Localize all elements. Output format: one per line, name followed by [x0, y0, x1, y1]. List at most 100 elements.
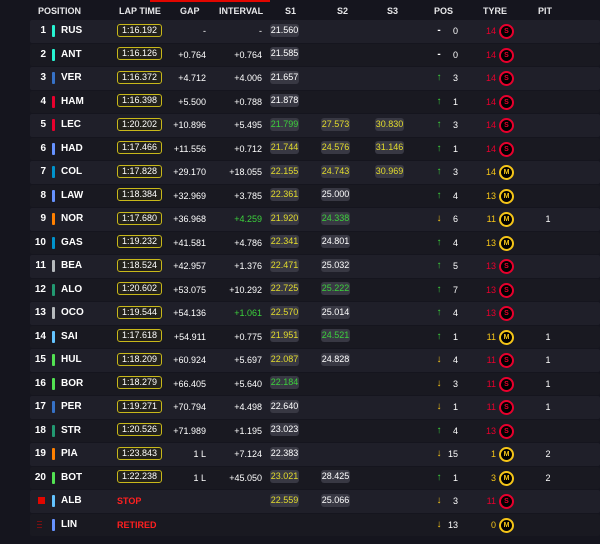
positions-changed: 5 [452, 261, 458, 271]
header-s2[interactable]: S2 [337, 6, 348, 16]
gap-value: +66.405 [173, 378, 206, 389]
driver-row[interactable]: 1 RUS 1:16.192- -21.560-0 14 S [30, 20, 600, 43]
driver-code[interactable]: PIA [61, 443, 78, 466]
driver-code[interactable]: OCO [61, 302, 84, 325]
driver-code[interactable]: BOR [61, 373, 83, 396]
position-number: 8 [40, 189, 46, 201]
driver-row[interactable]: 15 HUL 1:18.209 +60.924 +5.697 22.087 24.828 ↓ 4… [30, 349, 600, 372]
sector-s3-time: 31.146 [375, 141, 404, 155]
positions-changed: 15 [447, 449, 458, 459]
driver-code[interactable]: LIN [61, 514, 77, 537]
gap-value: +60.924 [173, 355, 206, 365]
driver-code[interactable]: COL [61, 161, 82, 184]
team-color-bar [52, 307, 55, 319]
gap-value: - [203, 26, 206, 36]
driver-row[interactable]: 7 COL 1:17.828 +29.170 +18.055 22.155 24.743 30… [30, 161, 600, 184]
driver-row[interactable]: 9 NOR 1:17.680 +36.968 +4.259 21.920 24.338 ↓ 6 1… [30, 208, 600, 231]
lap-time: 1:16.192 [117, 23, 163, 37]
driver-code[interactable]: HAD [61, 138, 83, 161]
header-s3[interactable]: S3 [387, 6, 398, 16]
medium-tyre-icon: M [499, 212, 514, 227]
header-lap-time[interactable]: LAP TIME [119, 6, 161, 16]
interval-value: +5.640 [234, 378, 262, 389]
driver-code[interactable]: VER [61, 67, 82, 90]
driver-row[interactable]: 17 PER 1:19.271 +70.794 +4.498 22.640 ↓ 1 11 S 1 [30, 396, 600, 419]
header-position[interactable]: POSITION [38, 6, 81, 16]
driver-row[interactable]: ALB STOP 22.559 25.066 ↓ 3 11 S [30, 490, 600, 513]
position-number: 2 [40, 48, 46, 60]
position-number: 13 [34, 307, 46, 318]
team-color-bar [52, 142, 55, 155]
driver-code[interactable]: RUS [61, 20, 82, 43]
sector-s2-time: 27.573 [321, 117, 350, 131]
pit-stops: 2 [545, 472, 551, 483]
header-s1[interactable]: S1 [285, 6, 296, 16]
driver-row[interactable]: 12 ALO 1:20.602 +53.075 +10.292 22.725 25.222 ↑… [30, 278, 600, 302]
driver-row[interactable]: 11 BEA 1:18.524 +42.957 +1.376 22.471 25.032 ↑ 5… [30, 255, 600, 278]
driver-code[interactable]: PER [61, 396, 82, 419]
sector-s1-time: 21.657 [270, 70, 299, 84]
sector-s2-time: 24.576 [321, 141, 350, 155]
driver-row[interactable]: 6 HAD 1:17.466 +11.556 +0.712 21.744 24.576 31.… [30, 137, 600, 161]
driver-row[interactable]: ─ ─ ─ LIN RETIRED ↓ 13 0 M [30, 513, 600, 537]
driver-row[interactable]: 5 LEC 1:20.202 +10.896 +5.495 21.799 27.573 30.… [30, 114, 600, 137]
header-gap[interactable]: GAP [180, 6, 200, 16]
driver-code[interactable]: ALB [61, 490, 82, 513]
sector-s1-time: 21.744 [270, 141, 299, 155]
tyre-laps: 13 [485, 190, 496, 201]
sector-s1-time: 21.799 [270, 117, 299, 131]
tyre-laps: 11 [486, 496, 496, 506]
pit-stops: 1 [545, 331, 551, 342]
team-color-bar [52, 166, 55, 178]
positions-changed: 13 [447, 519, 458, 530]
driver-row[interactable]: 3 VER 1:16.372 +4.712 +4.006 21.657 ↑ 3 14 S [30, 67, 600, 90]
lap-time: 1:17.618 [117, 329, 163, 343]
gap-value: +53.075 [173, 284, 206, 295]
soft-tyre-icon: S [499, 71, 514, 86]
tyre-laps: 14 [485, 167, 496, 177]
driver-code[interactable]: LAW [61, 185, 83, 208]
driver-row[interactable]: 8 LAW 1:18.384 +32.969 +3.785 22.361 25.000 ↑ 4 1… [30, 184, 600, 208]
driver-row[interactable]: 20 BOT 1:22.238 1 L +45.050 23.021 28.425 ↑ 1 3 M 2 [30, 466, 600, 490]
position-number: 5 [40, 119, 46, 130]
driver-code[interactable]: NOR [61, 208, 83, 231]
soft-tyre-icon: S [499, 306, 514, 321]
pit-stops: 1 [545, 378, 551, 389]
tyre-laps: 13 [485, 261, 496, 271]
driver-code[interactable]: LEC [61, 114, 81, 137]
driver-code[interactable]: HUL [61, 349, 82, 372]
driver-code[interactable]: SAI [61, 326, 78, 349]
position-number: 15 [34, 354, 46, 365]
header-pos[interactable]: POS [434, 6, 453, 16]
header-pit[interactable]: PIT [538, 6, 552, 16]
driver-row[interactable]: 13 OCO 1:19.544 +54.136 +1.061 22.570 25.014 ↑ 4… [30, 302, 600, 325]
header-interval[interactable]: INTERVAL [219, 6, 263, 16]
lap-time: 1:17.680 [117, 211, 163, 225]
driver-row[interactable]: 4 HAM 1:16.398 +5.500 +0.788 21.878 ↑ 1 14 S [30, 90, 600, 114]
header-tyre[interactable]: TYRE [483, 6, 507, 16]
gap-value: +54.911 [173, 331, 206, 342]
driver-code[interactable]: HAM [61, 91, 84, 114]
sector-s1-time: 22.184 [270, 376, 299, 390]
driver-code[interactable]: BEA [61, 255, 82, 278]
driver-code[interactable]: ALO [61, 279, 82, 302]
interval-value: +1.061 [234, 308, 262, 318]
driver-code[interactable]: ANT [61, 44, 82, 67]
sector-s1-time: 22.471 [270, 258, 299, 272]
tyre-laps: 14 [485, 96, 496, 107]
sector-s1-time: 22.570 [270, 305, 299, 319]
driver-code[interactable]: STR [61, 420, 81, 443]
team-color-bar [52, 25, 55, 37]
driver-row[interactable]: 10 GAS 1:19.232 +41.581 +4.786 22.341 24.801 ↑ 4… [30, 231, 600, 255]
driver-row[interactable]: 18 STR 1:20.526 +71.989 +1.195 23.023 ↑ 4 13 S [30, 419, 600, 443]
lap-time: 1:16.372 [117, 70, 163, 84]
driver-code[interactable]: GAS [61, 232, 83, 255]
driver-code[interactable]: BOT [61, 467, 82, 490]
driver-row[interactable]: 16 BOR 1:18.279 +66.405 +5.640 22.184 ↓ 3 11 S 1 [30, 372, 600, 396]
gap-value [170, 490, 206, 513]
tyre-laps: 11 [486, 214, 496, 224]
driver-row[interactable]: 19 PIA 1:23.843 1 L +7.124 22.383 ↓ 15 1 M 2 [30, 443, 600, 466]
driver-row[interactable]: 2 ANT 1:16.126 +0.764 +0.764 21.585-0 14 S [30, 43, 600, 67]
driver-row[interactable]: 14 SAI 1:17.618 +54.911 +0.775 21.951 24.521 ↑ 1… [30, 325, 600, 349]
driver-status: STOP [117, 496, 142, 506]
